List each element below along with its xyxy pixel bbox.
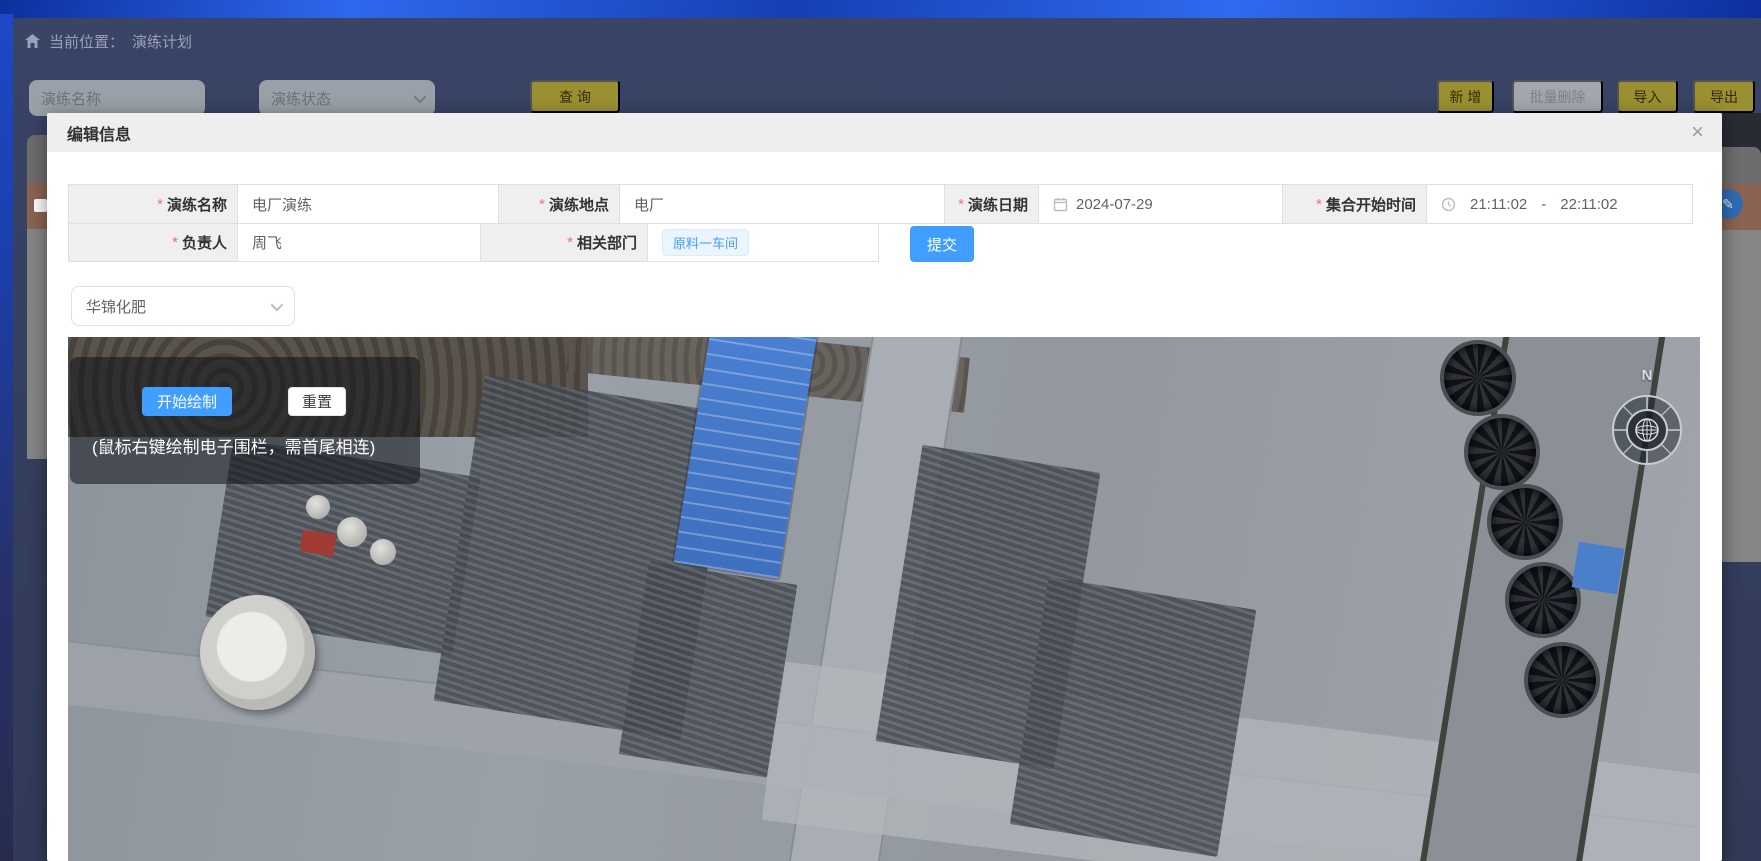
background-table-right-edge: ✎ (1722, 113, 1761, 562)
left-accent-strip (0, 14, 13, 861)
breadcrumb-current: 演练计划 (132, 31, 192, 52)
department-tag[interactable]: 原料一车间 (662, 229, 749, 256)
import-button[interactable]: 导入 (1617, 80, 1678, 113)
map-cooling-fan (1464, 414, 1540, 490)
calendar-icon (1053, 197, 1068, 212)
drill-location-label-text: 演练地点 (549, 194, 609, 215)
required-mark: * (1316, 196, 1322, 213)
search-button[interactable]: 查 询 (530, 80, 620, 113)
leader-label: * 负责人 (68, 223, 238, 262)
close-icon[interactable]: × (1691, 119, 1704, 145)
add-button[interactable]: 新 增 (1437, 80, 1494, 113)
drill-date-value: 2024-07-29 (1076, 196, 1153, 213)
drill-status-placeholder: 演练状态 (271, 88, 331, 109)
map-pipe-rack (1010, 577, 1257, 857)
screen: 当前位置： 演练计划 演练名称 演练状态 查 询 新 增 批量删除 导入 导出 … (0, 0, 1761, 861)
pencil-icon: ✎ (1722, 196, 1734, 213)
drill-date-field[interactable]: 2024-07-29 (1038, 184, 1283, 224)
drill-location-label: * 演练地点 (498, 184, 620, 224)
edit-info-modal: 编辑信息 × * 演练名称 电厂演练 * 演练地点 电厂 * 演练日期 (47, 113, 1722, 861)
start-draw-button[interactable]: 开始绘制 (142, 387, 232, 416)
drill-name-label-text: 演练名称 (167, 194, 227, 215)
time-end-value: 22:11:02 (1560, 196, 1617, 213)
background-table-header (27, 135, 47, 183)
submit-button[interactable]: 提交 (910, 226, 974, 262)
compass-icon[interactable] (1610, 393, 1684, 467)
home-icon (24, 33, 41, 49)
background-table-left-edge (13, 135, 47, 465)
leader-field[interactable]: 周飞 (237, 223, 481, 262)
assembly-time-label-text: 集合开始时间 (1326, 194, 1416, 215)
clock-icon (1441, 197, 1456, 212)
departments-field[interactable]: 原料一车间 (647, 223, 879, 262)
form-row-1: * 演练名称 电厂演练 * 演练地点 电厂 * 演练日期 2024-07-29 … (68, 184, 1693, 224)
background-table-body (27, 229, 47, 459)
reset-button[interactable]: 重置 (288, 387, 346, 416)
edit-row-button[interactable]: ✎ (1722, 189, 1743, 219)
time-separator: - (1541, 196, 1546, 213)
map-pipe-rack (619, 561, 798, 777)
row-checkbox[interactable] (34, 199, 47, 212)
drill-date-label: * 演练日期 (944, 184, 1039, 224)
plant-select[interactable]: 华锦化肥 (71, 286, 295, 326)
map-sphere-tank (337, 517, 367, 547)
map-cooling-fan (1440, 340, 1516, 416)
chevron-down-icon (414, 90, 427, 103)
breadcrumb-label: 当前位置： (49, 31, 124, 52)
background-table-header (1722, 147, 1761, 184)
draw-tools-panel: 开始绘制 重置 (鼠标右键绘制电子围栏，需首尾相连) (70, 357, 420, 484)
fence-drawing-map[interactable]: 开始绘制 重置 (鼠标右键绘制电子围栏，需首尾相连) N (68, 337, 1700, 861)
background-selected-row (27, 183, 47, 229)
map-cooling-fan (1505, 562, 1581, 638)
assembly-time-field[interactable]: 21:11:02 - 22:11:02 (1426, 184, 1693, 224)
required-mark: * (567, 234, 573, 251)
drill-date-label-text: 演练日期 (968, 194, 1028, 215)
map-cooling-fan (1524, 642, 1600, 718)
background-table-body (1722, 230, 1761, 562)
required-mark: * (157, 196, 163, 213)
map-cooling-fan (1487, 484, 1563, 560)
drill-name-label: * 演练名称 (68, 184, 238, 224)
required-mark: * (172, 234, 178, 251)
map-blue-structure (1572, 542, 1625, 595)
departments-label: * 相关部门 (480, 223, 648, 262)
required-mark: * (958, 196, 964, 213)
assembly-time-label: * 集合开始时间 (1282, 184, 1427, 224)
map-sphere-tank (306, 495, 330, 519)
background-selected-row: ✎ (1722, 184, 1761, 230)
map-storage-tank (200, 595, 315, 710)
leader-label-text: 负责人 (182, 232, 227, 253)
drill-name-field[interactable]: 电厂演练 (237, 184, 499, 224)
plant-select-value: 华锦化肥 (86, 296, 146, 317)
drill-location-field[interactable]: 电厂 (619, 184, 945, 224)
top-gradient-bar (0, 0, 1761, 18)
modal-header: 编辑信息 × (47, 113, 1722, 152)
modal-title: 编辑信息 (67, 121, 131, 145)
map-sphere-tank (370, 539, 396, 565)
drill-status-select[interactable]: 演练状态 (259, 80, 435, 116)
departments-label-text: 相关部门 (577, 232, 637, 253)
breadcrumb: 当前位置： 演练计划 (24, 30, 192, 52)
form-row-2: * 负责人 周飞 * 相关部门 原料一车间 (68, 223, 879, 262)
chevron-down-icon (271, 298, 284, 311)
draw-hint-text: (鼠标右键绘制电子围栏，需首尾相连) (92, 433, 375, 458)
required-mark: * (539, 196, 545, 213)
time-start-value: 21:11:02 (1470, 196, 1527, 213)
batch-delete-button[interactable]: 批量删除 (1512, 80, 1603, 113)
drill-name-input[interactable]: 演练名称 (29, 80, 205, 116)
compass-north-label: N (1610, 367, 1684, 384)
export-button[interactable]: 导出 (1693, 80, 1755, 113)
